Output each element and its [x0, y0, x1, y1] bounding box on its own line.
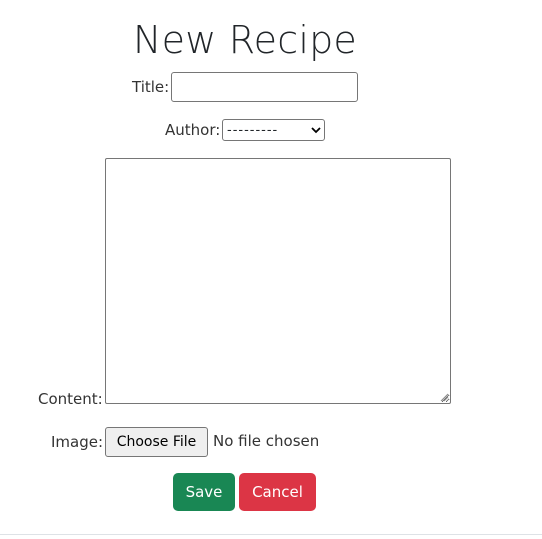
author-select[interactable]: ---------	[222, 119, 325, 141]
image-label: Image:	[51, 433, 104, 451]
file-status: No file chosen	[213, 432, 320, 450]
content-textarea[interactable]	[105, 158, 451, 404]
page-title: New Recipe	[133, 18, 357, 62]
author-label: Author:	[165, 121, 221, 139]
title-input[interactable]	[171, 72, 358, 102]
choose-file-button[interactable]: Choose File	[105, 427, 208, 457]
save-button[interactable]: Save	[173, 473, 235, 511]
cancel-button[interactable]: Cancel	[239, 473, 316, 511]
new-recipe-page: New Recipe Title: Author: --------- Cont…	[0, 0, 542, 539]
title-label: Title:	[132, 78, 170, 96]
author-selected-value: ---------	[227, 122, 279, 138]
chevron-down-icon	[308, 120, 324, 140]
content-label: Content:	[38, 390, 103, 408]
divider	[0, 534, 542, 535]
resize-grip-icon[interactable]	[439, 392, 449, 402]
